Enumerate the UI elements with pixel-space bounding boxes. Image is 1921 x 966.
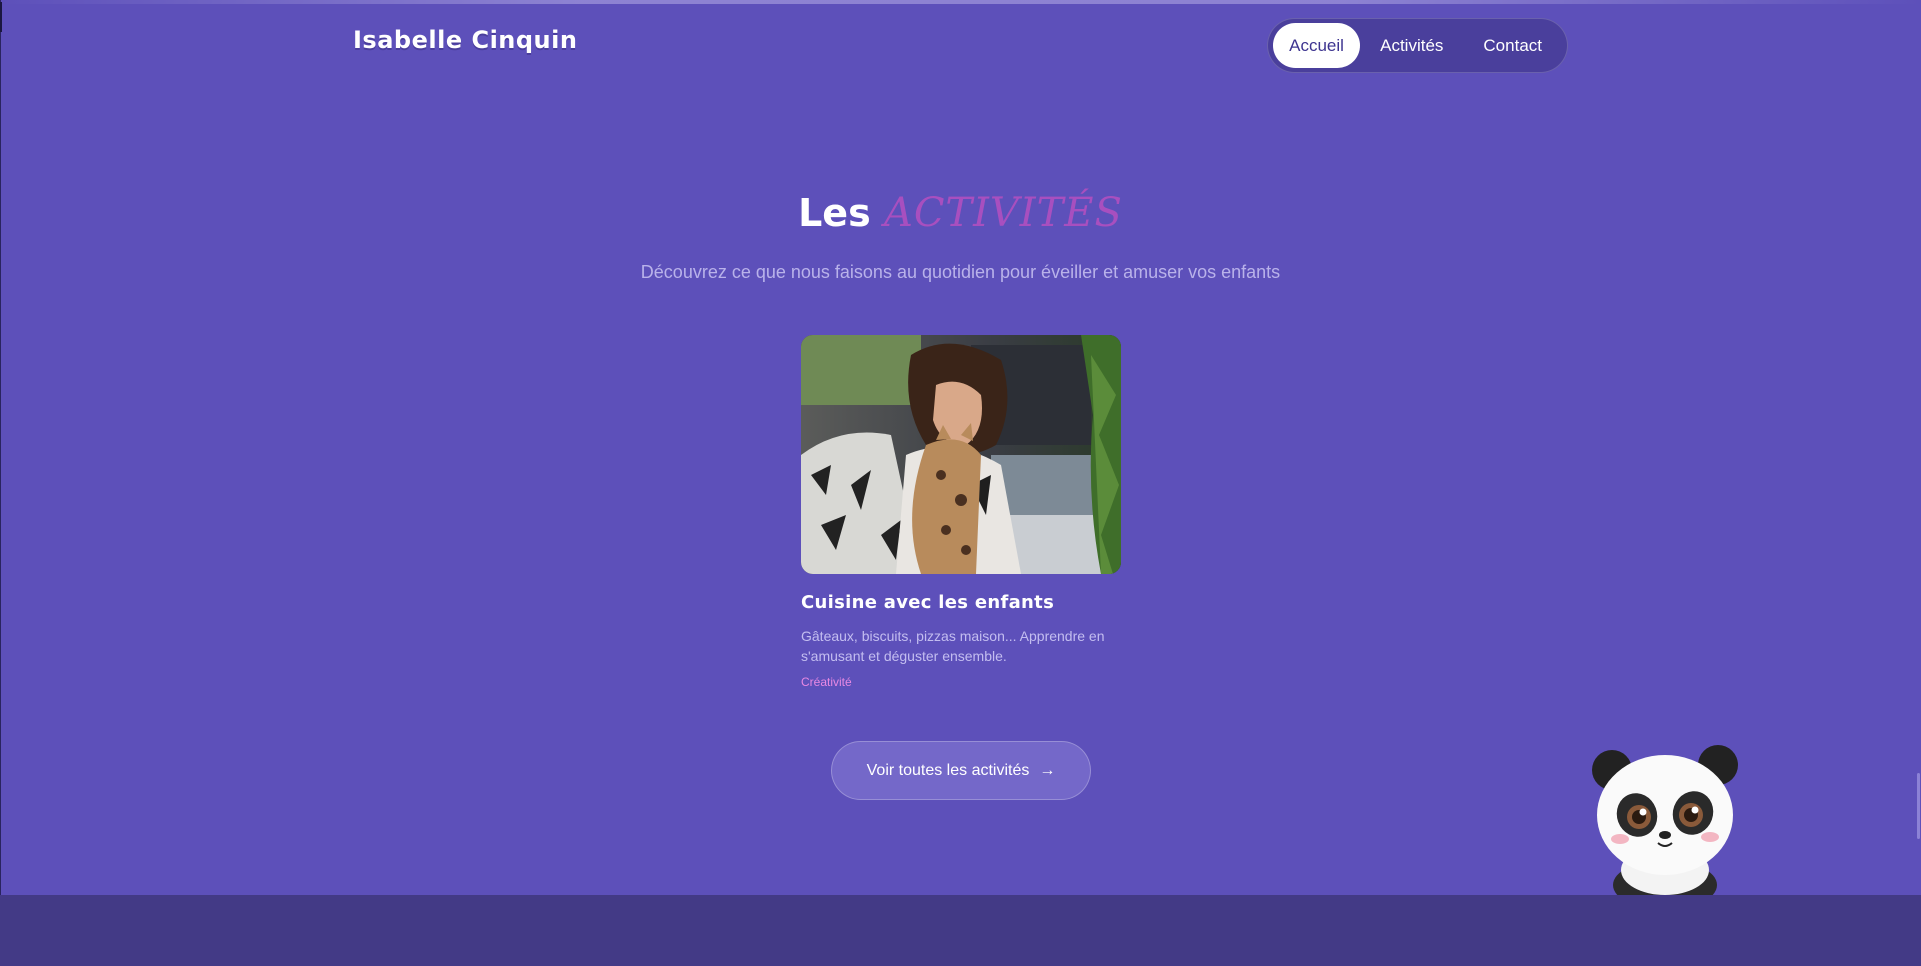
section-title-prefix: Les [798, 191, 871, 235]
section-title: Les ACTIVITÉS [0, 190, 1921, 236]
panda-mascot-icon [1592, 745, 1738, 895]
section-title-accent: ACTIVITÉS [883, 190, 1123, 236]
woman-with-cat-photo [801, 335, 1121, 574]
activity-card-title[interactable]: Cuisine avec les enfants [801, 592, 1054, 613]
page: Isabelle Cinquin Accueil Activités Conta… [0, 0, 1921, 966]
corner-mark [0, 2, 2, 32]
main-nav: Accueil Activités Contact [1267, 18, 1568, 73]
footer-band [0, 895, 1921, 966]
activity-card-description: Gâteaux, biscuits, pizzas maison... Appr… [801, 628, 1105, 664]
nav-item-accueil[interactable]: Accueil [1273, 23, 1361, 68]
view-all-activities-label: Voir toutes les activités [866, 761, 1030, 779]
top-glow [0, 0, 1921, 4]
activity-card-tag: Créativité [801, 675, 852, 689]
site-logo[interactable]: Isabelle Cinquin [353, 26, 577, 54]
scrollbar-thumb[interactable] [1917, 773, 1920, 839]
activity-card-image[interactable] [801, 335, 1121, 574]
left-edge [0, 0, 1, 895]
arrow-right-icon: → [1039, 761, 1056, 779]
view-all-activities-button[interactable]: Voir toutes les activités → [831, 741, 1091, 800]
nav-item-activites[interactable]: Activités [1360, 23, 1463, 68]
nav-item-contact[interactable]: Contact [1463, 23, 1562, 68]
section-subtitle: Découvrez ce que nous faisons au quotidi… [640, 262, 1281, 282]
